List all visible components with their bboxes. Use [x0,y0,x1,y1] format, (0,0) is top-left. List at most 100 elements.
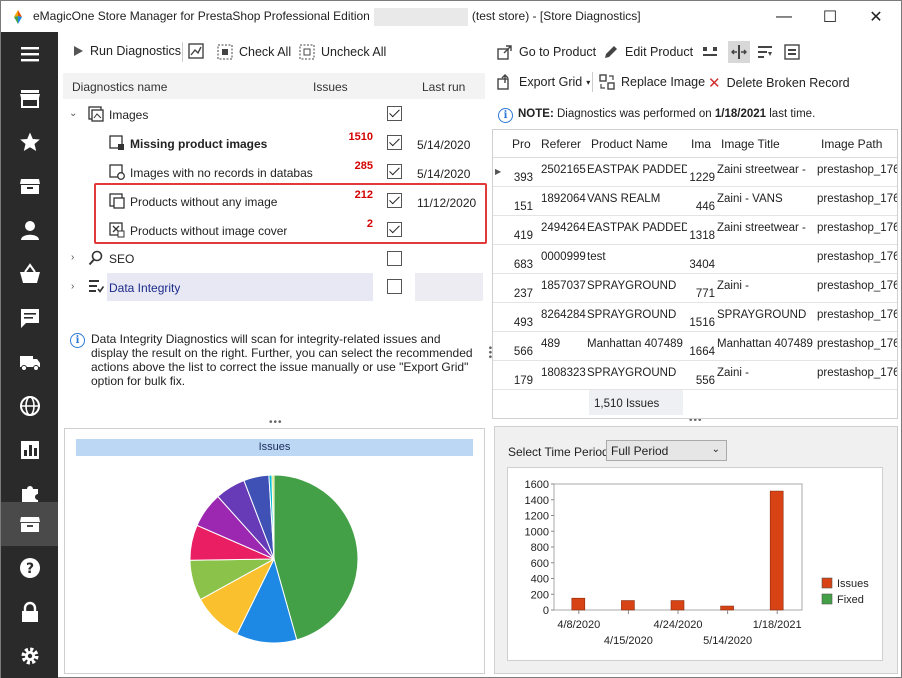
filter-list-button[interactable] [757,44,773,60]
chart-icon[interactable] [1,428,58,472]
grid-cell: 3404 [689,259,715,271]
replace-image-button[interactable]: Replace Image [599,74,705,90]
grid-cell: prestashop_176 [817,193,898,205]
grid-cell: 393 [513,172,533,184]
go-to-product-button[interactable]: Go to Product [497,44,596,60]
grid-cell: prestashop_176 [817,309,898,321]
y-tick-label: 800 [531,542,549,554]
col-diagnostics-name[interactable]: Diagnostics name [72,80,167,94]
uncheck-all-button[interactable]: Uncheck All [299,44,386,60]
archive-icon[interactable] [1,502,58,546]
splitter-handle[interactable]: ••• [269,417,283,428]
check-all-button[interactable]: Check All [217,44,291,60]
checkbox[interactable] [387,164,402,179]
title-bar: eMagicOne Store Manager for PrestaShop P… [1,1,901,32]
no-record-icon [109,164,125,180]
grid-cell: prestashop_176 [817,222,898,234]
basket-icon[interactable] [1,252,58,296]
time-period-label: Select Time Period [508,445,609,459]
grid-cell: Zaini - VANS [717,193,783,205]
grid-cell: SPRAYGROUND [587,280,677,292]
box-icon[interactable] [1,164,58,208]
truck-icon[interactable] [1,340,58,384]
col-last-run[interactable]: Last run [422,80,465,94]
column-split-button[interactable] [728,41,750,63]
current-row-indicator-icon: ▶ [495,167,502,176]
grid-col-header[interactable]: Product Name [591,137,686,151]
legend-swatch [821,593,833,605]
delete-broken-record-label: Delete Broken Record [726,76,850,90]
table-row[interactable]: 566 489 Manhattan 407489 1664 Manhattan 4074… [493,332,897,361]
star-icon[interactable] [1,120,58,164]
lock-icon[interactable] [1,590,58,634]
results-grid: Pro Referer Product Name Ima Image Title… [492,129,898,419]
bar-issues [670,600,685,611]
checkbox[interactable] [387,279,402,294]
grid-cell: 1857037 [541,280,586,292]
uncheck-all-label: Uncheck All [321,45,387,59]
export-grid-label: Export Grid [519,75,583,89]
tree-row-seo[interactable]: › SEO [63,245,485,273]
gear-icon[interactable] [1,634,58,678]
tree-label: SEO [109,252,135,266]
grid-col-header[interactable]: Image Path [821,137,897,151]
chat-icon[interactable] [1,296,58,340]
store-icon[interactable] [1,76,58,120]
export-icon [497,74,509,90]
help-icon[interactable]: ? [1,546,58,590]
notice-text-end: last time. [769,108,816,120]
legend-swatch [821,577,833,589]
tree-row-data-integrity[interactable]: › Data Integrity [63,273,485,301]
table-row[interactable]: 683 0000999 test 3404 prestashop_176 [493,245,897,274]
minimize-button[interactable]: — [761,1,807,32]
checkbox[interactable] [387,135,402,150]
table-row[interactable]: 179 1808323 SPRAYGROUND 556 Zaini - prestasho… [493,361,897,390]
bar-issues [621,600,635,611]
expand-icon[interactable]: ⌄ [69,108,77,119]
checkbox[interactable] [387,106,402,121]
tree-row-images[interactable]: ⌄ Images [63,100,485,128]
table-row[interactable]: 493 8264284 SPRAYGROUND 1516 SPRAYGROUND pres… [493,303,898,332]
menu-icon[interactable] [1,32,58,76]
run-diagnostics-button[interactable]: Run Diagnostics [72,44,181,58]
checkbox[interactable] [387,251,402,266]
maximize-button[interactable]: ☐ [807,1,853,32]
grid-col-header[interactable]: Ima [691,137,713,151]
grid-cell: 151 [513,201,533,213]
delete-broken-record-button[interactable]: ✕ Delete Broken Record [708,74,850,92]
tree-row-images-no-records[interactable]: Images with no records in databas 285 5/… [63,158,485,186]
time-period-select[interactable]: Full Period ⌄ [606,440,727,461]
expand-icon[interactable]: › [71,252,74,263]
col-issues[interactable]: Issues [313,80,348,94]
tree-row-missing-product-images[interactable]: Missing product images 1510 5/14/2020 [63,129,485,157]
table-row[interactable]: 419 2494264 EASTPAK PADDED 1318 Zaini street… [493,216,898,245]
replace-image-icon [599,74,615,90]
tree-label: Images with no records in databas [130,166,313,180]
globe-icon[interactable] [1,384,58,428]
expand-icon[interactable]: › [71,281,74,292]
column-split-icon [731,45,747,59]
table-row[interactable]: 151 1892064 VANS REALM 446 Zaini - VANS prest… [493,187,898,216]
grid-col-header[interactable]: Image Title [721,137,811,151]
fit-columns-icon [703,47,717,56]
grid-cell: Zaini - [717,280,749,292]
layout-button[interactable] [784,44,800,60]
y-tick-label: 1600 [525,479,549,491]
grid-col-header[interactable]: Referer [541,137,586,151]
grid-col-header[interactable]: Pro [512,137,540,151]
grid-cell: Zaini streetwear - [717,222,806,234]
table-row[interactable]: 237 1857037 SPRAYGROUND 771 Zaini - prestasho… [493,274,897,303]
grid-cell: 446 [695,201,715,213]
close-button[interactable]: ✕ [853,1,899,32]
edit-product-button[interactable]: Edit Product [603,44,693,60]
time-period-value: Full Period [611,444,669,458]
user-icon[interactable] [1,208,58,252]
image-tool-button[interactable] [188,43,204,59]
fit-columns-button[interactable] [702,44,718,60]
last-run-cell-bg [415,273,483,301]
grid-cell: 8264284 [541,309,586,321]
app-window: eMagicOne Store Manager for PrestaShop P… [0,0,902,678]
grid-cell: Zaini - [717,367,749,379]
export-grid-button[interactable]: Export Grid ▾ [497,74,590,90]
table-row[interactable]: ▶ 393 2502165 EASTPAK PADDED 1229 Zaini stree… [493,158,897,187]
